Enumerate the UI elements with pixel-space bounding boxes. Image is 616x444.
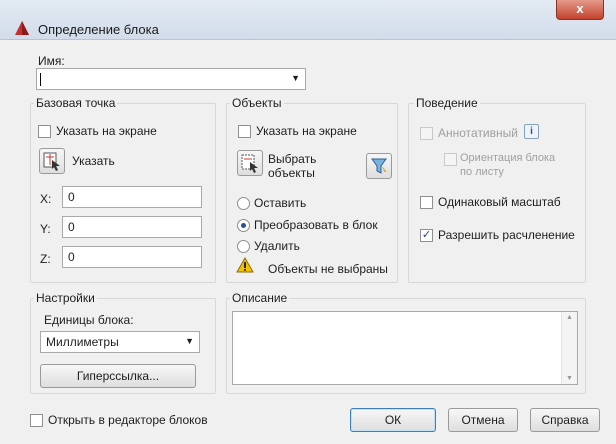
- open-in-block-editor-label: Открыть в редакторе блоков: [48, 413, 208, 427]
- block-units-value: Миллиметры: [46, 335, 119, 349]
- name-combobox[interactable]: ▼: [36, 68, 306, 90]
- settings-title: Настройки: [34, 291, 97, 305]
- uniform-scale-label: Одинаковый масштаб: [438, 195, 561, 209]
- objects-specify-checkbox[interactable]: [238, 125, 251, 138]
- match-orientation-label-1: Ориентация блока: [460, 152, 556, 164]
- base-point-specify-label: Указать на экране: [56, 124, 157, 138]
- convert-to-block-radio[interactable]: [237, 219, 250, 232]
- objects-specify-label: Указать на экране: [256, 124, 357, 138]
- quick-select-filter-icon: [371, 158, 387, 174]
- retain-label: Оставить: [254, 196, 307, 210]
- annotative-label: Аннотативный: [438, 126, 518, 140]
- match-orientation-checkbox[interactable]: [444, 153, 457, 166]
- autocad-app-icon: [15, 21, 29, 35]
- y-label: Y:: [40, 222, 51, 236]
- pick-point-button[interactable]: [39, 148, 65, 174]
- warning-icon: [236, 257, 254, 273]
- chevron-down-icon: ▼: [185, 336, 194, 346]
- allow-exploding-checkbox[interactable]: ✓: [420, 229, 433, 242]
- delete-label: Удалить: [254, 239, 300, 253]
- select-objects-icon: [241, 154, 258, 173]
- window-title: Определение блока: [38, 22, 159, 37]
- objects-title: Объекты: [230, 96, 284, 110]
- behavior-title: Поведение: [414, 96, 480, 110]
- select-objects-label-1: Выбрать: [268, 152, 317, 166]
- title-bar[interactable]: Определение блока x: [0, 0, 616, 40]
- description-title: Описание: [230, 291, 290, 305]
- name-label: Имя:: [38, 54, 65, 68]
- delete-radio[interactable]: [237, 240, 250, 253]
- scroll-down-icon[interactable]: ▼: [566, 375, 573, 382]
- y-coordinate-input[interactable]: 0: [62, 216, 202, 238]
- allow-exploding-label: Разрешить расчленение: [438, 228, 575, 242]
- block-units-label: Единицы блока:: [44, 313, 134, 327]
- scroll-up-icon[interactable]: ▲: [566, 314, 573, 321]
- quick-select-button[interactable]: [366, 153, 392, 179]
- text-cursor: [40, 73, 41, 86]
- block-units-select[interactable]: Миллиметры ▼: [40, 331, 200, 353]
- open-in-block-editor-checkbox[interactable]: [30, 414, 43, 427]
- base-point-title: Базовая точка: [34, 96, 118, 110]
- block-definition-dialog: Определение блока x Имя: ▼ Базовая точка…: [0, 0, 616, 444]
- close-icon: x: [576, 1, 584, 16]
- ok-button[interactable]: ОК: [350, 408, 436, 432]
- description-textarea[interactable]: ▲ ▼: [232, 311, 578, 385]
- uniform-scale-checkbox[interactable]: [420, 196, 433, 209]
- pick-point-label: Указать: [72, 154, 115, 168]
- select-objects-button[interactable]: [237, 150, 263, 176]
- close-button[interactable]: x: [556, 0, 604, 20]
- cancel-button[interactable]: Отмена: [448, 408, 518, 432]
- annotative-checkbox[interactable]: [420, 127, 433, 140]
- select-objects-label-2: объекты: [268, 166, 315, 180]
- chevron-down-icon: ▼: [291, 73, 300, 83]
- match-orientation-label-2: по листу: [460, 166, 504, 178]
- z-coordinate-input[interactable]: 0: [62, 246, 202, 268]
- z-label: Z:: [40, 252, 51, 266]
- description-scrollbar[interactable]: ▲ ▼: [561, 312, 577, 384]
- x-label: X:: [40, 192, 52, 206]
- help-button[interactable]: Справка: [530, 408, 600, 432]
- retain-radio[interactable]: [237, 197, 250, 210]
- convert-to-block-label: Преобразовать в блок: [254, 218, 378, 232]
- info-icon[interactable]: i: [524, 124, 539, 139]
- objects-status-label: Объекты не выбраны: [268, 262, 388, 276]
- x-coordinate-input[interactable]: 0: [62, 186, 202, 208]
- pick-point-icon: [43, 152, 60, 171]
- base-point-specify-checkbox[interactable]: [38, 125, 51, 138]
- hyperlink-button[interactable]: Гиперссылка...: [40, 364, 196, 388]
